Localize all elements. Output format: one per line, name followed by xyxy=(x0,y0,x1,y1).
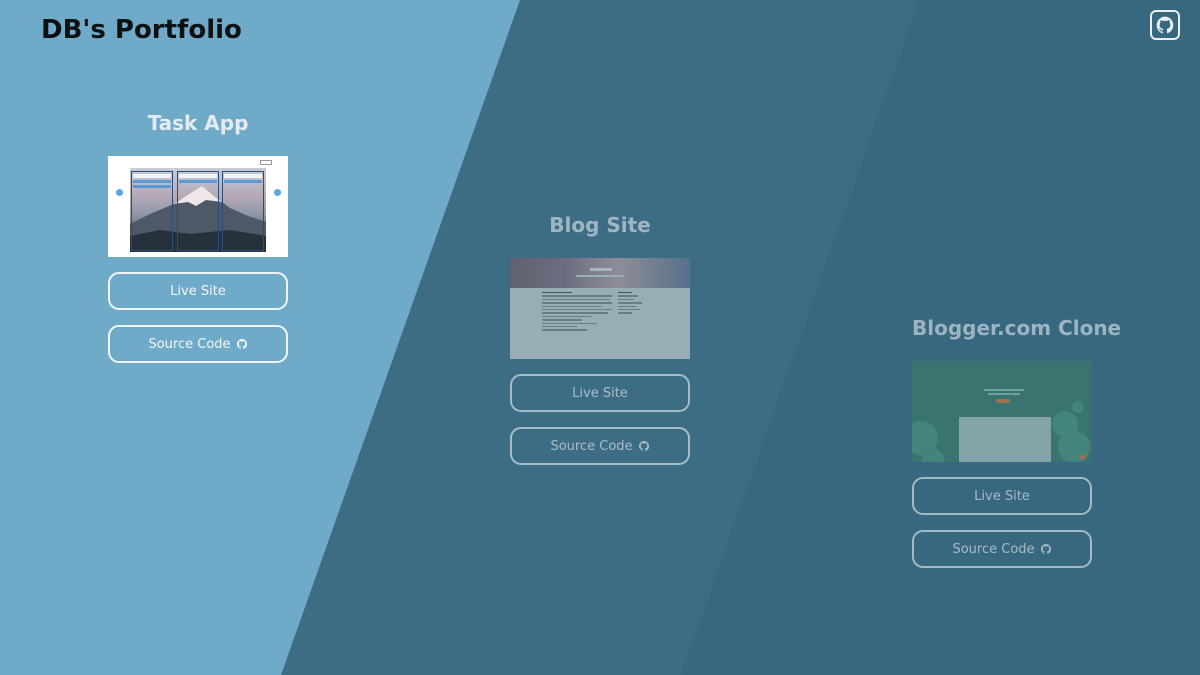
live-site-label: Live Site xyxy=(170,283,226,299)
live-site-button[interactable]: Live Site xyxy=(510,374,690,412)
source-code-button[interactable]: Source Code xyxy=(510,427,690,465)
github-icon xyxy=(236,338,248,350)
live-site-button[interactable]: Live Site xyxy=(912,477,1092,515)
project-title: Task App xyxy=(147,111,249,135)
project-screenshot xyxy=(912,361,1092,462)
source-code-button[interactable]: Source Code xyxy=(912,530,1092,568)
project-card-task-app: Task App Live Site Source Code xyxy=(108,111,288,378)
github-link[interactable] xyxy=(1150,10,1180,40)
live-site-label: Live Site xyxy=(572,385,628,401)
project-title: Blog Site xyxy=(549,213,651,237)
source-code-button[interactable]: Source Code xyxy=(108,325,288,363)
github-icon xyxy=(638,440,650,452)
portfolio-stage: DB's Portfolio Task App Live Site Source… xyxy=(0,0,1200,675)
project-card-blog-site: Blog Site Live Site Source Code xyxy=(510,213,690,480)
source-code-label: Source Code xyxy=(148,336,231,352)
github-icon xyxy=(1040,543,1052,555)
live-site-button[interactable]: Live Site xyxy=(108,272,288,310)
project-title: Blogger.com Clone xyxy=(912,316,1122,340)
github-icon xyxy=(1155,15,1175,35)
project-screenshot xyxy=(510,258,690,359)
source-code-label: Source Code xyxy=(550,438,633,454)
project-card-blogger-clone: Blogger.com Clone Live Site Source Code xyxy=(912,316,1122,583)
project-screenshot xyxy=(108,156,288,257)
site-title: DB's Portfolio xyxy=(41,15,242,45)
live-site-label: Live Site xyxy=(974,488,1030,504)
source-code-label: Source Code xyxy=(952,541,1035,557)
